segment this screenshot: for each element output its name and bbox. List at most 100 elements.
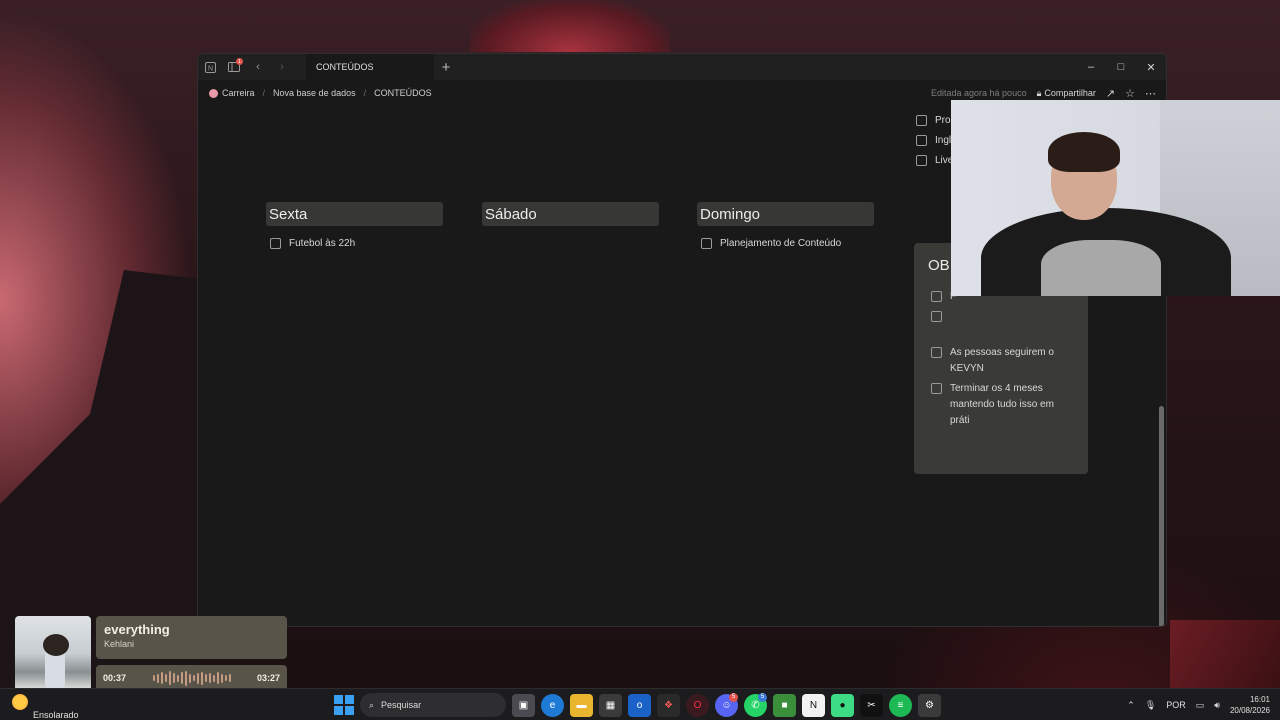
top-todo-3[interactable]: Live — [916, 153, 953, 169]
link-icon[interactable]: ↗ — [1106, 87, 1115, 100]
track-title: everything — [104, 622, 170, 637]
column-title: Sexta — [269, 205, 308, 223]
todo-label: Futebol às 22h — [289, 238, 356, 249]
tab-title: CONTEÚDOS — [316, 62, 374, 72]
waveform-bar — [156, 673, 159, 683]
checkbox[interactable] — [916, 135, 927, 146]
minecraft-icon[interactable]: ■ — [773, 693, 796, 717]
waveform-bar — [180, 672, 183, 684]
lock-icon: 🔒︎ — [1036, 87, 1042, 98]
column-header-domingo[interactable]: Domingo — [697, 202, 874, 226]
checkbox[interactable] — [931, 347, 942, 358]
album-art — [15, 616, 91, 691]
network-icon[interactable]: ▭ — [1196, 700, 1205, 711]
clock[interactable]: 16:01 20/08/2026 — [1230, 694, 1270, 716]
checkbox[interactable] — [931, 291, 942, 302]
column-header-sexta[interactable]: Sexta — [266, 202, 443, 226]
chevron-up-icon[interactable]: ⌃ — [1127, 700, 1135, 711]
notion-icon[interactable]: N — [802, 693, 825, 717]
figma-icon[interactable]: ❖ — [657, 693, 680, 717]
checkbox[interactable] — [701, 238, 712, 249]
tab-conteudos[interactable]: CONTEÚDOS — [306, 54, 434, 80]
settings-gear-icon[interactable]: ⚙ — [918, 693, 941, 717]
back-arrow-icon[interactable]: ‹ — [246, 54, 270, 80]
outlook-icon[interactable]: o — [628, 693, 651, 717]
column-title: Domingo — [700, 205, 761, 223]
track-artist: Kehlani — [104, 639, 135, 649]
objectives-title: OB — [928, 257, 950, 274]
discord-icon[interactable]: ☺ 5 — [715, 692, 738, 717]
capcut-icon[interactable]: ✂ — [860, 693, 883, 717]
microphone-icon[interactable]: 🎙︎ — [1145, 700, 1156, 711]
close-button[interactable]: ✕ — [1136, 54, 1166, 80]
sidebar-toggle-icon[interactable]: 1 — [222, 54, 246, 80]
file-explorer-icon[interactable]: ▬ — [570, 693, 593, 717]
weather-label: Ensolarado — [33, 710, 79, 720]
waveform-bar — [152, 675, 155, 681]
task-view-icon[interactable]: ▣ — [512, 693, 535, 717]
music-info-panel: everything Kehlani — [96, 616, 287, 659]
webcam-person-hair — [1048, 132, 1120, 172]
clock-date: 20/08/2026 — [1229, 706, 1270, 715]
breadcrumb-separator: / — [363, 88, 367, 98]
waveform[interactable] — [152, 670, 231, 686]
webcam-overlay — [951, 100, 1280, 296]
star-icon[interactable]: ☆ — [1125, 87, 1135, 100]
opera-gx-icon[interactable]: O — [686, 693, 709, 717]
minimize-button[interactable]: – — [1076, 54, 1106, 80]
waveform-bar — [200, 671, 203, 685]
checkbox[interactable] — [270, 238, 281, 249]
share-button[interactable]: 🔒︎ Compartilhar — [1037, 88, 1096, 99]
elapsed-time: 00:37 — [103, 673, 127, 683]
android-icon[interactable]: ● — [831, 693, 854, 717]
breadcrumb-separator: / — [262, 88, 266, 98]
webcam-shirt-print — [1041, 240, 1161, 296]
breadcrumb-item-database[interactable]: Nova base de dados — [273, 88, 356, 98]
checkbox[interactable] — [916, 115, 927, 126]
objective-item-4[interactable]: Terminar os 4 meses mantendo tudo isso e… — [931, 381, 1071, 429]
weather-widget[interactable]: Ensolarado — [12, 694, 79, 720]
waveform-bar — [212, 674, 215, 682]
whatsapp-icon[interactable]: ✆ 5 — [744, 692, 767, 717]
todo-planejamento[interactable]: Planejamento de Conteúdo — [701, 236, 841, 252]
taskbar-search[interactable]: ⌕ Pesquisar — [360, 693, 506, 717]
waveform-bar — [220, 673, 223, 683]
waveform-bar — [188, 673, 191, 683]
new-tab-button[interactable]: + — [434, 54, 458, 80]
share-label: Compartilhar — [1044, 88, 1096, 98]
language-indicator[interactable]: POR — [1166, 700, 1186, 710]
edge-icon[interactable]: e — [541, 693, 564, 717]
checkbox[interactable] — [931, 311, 942, 322]
todo-label: Terminar os 4 meses mantendo tudo isso e… — [950, 383, 1054, 426]
discord-badge: 5 — [729, 692, 738, 702]
objective-item-2[interactable] — [931, 309, 945, 322]
wallpaper-red-shape — [470, 0, 670, 52]
todo-futebol[interactable]: Futebol às 22h — [270, 236, 355, 252]
vertical-scrollbar[interactable] — [1159, 406, 1164, 626]
waveform-bar — [172, 673, 175, 683]
breadcrumb-item-carreira[interactable]: Carreira — [222, 88, 255, 98]
waveform-bar — [192, 675, 195, 681]
column-header-sabado[interactable]: Sábado — [482, 202, 659, 226]
forward-arrow-icon[interactable]: › — [270, 54, 294, 80]
maximize-button[interactable]: □ — [1106, 54, 1136, 80]
more-options-icon[interactable]: ⋯ — [1145, 87, 1156, 100]
whatsapp-badge: 5 — [758, 692, 767, 702]
waveform-bar — [168, 671, 171, 685]
top-todo-2[interactable]: Ingl — [916, 133, 951, 149]
checkbox[interactable] — [931, 383, 942, 394]
waveform-bar — [216, 672, 219, 684]
windows-start-icon[interactable] — [334, 695, 354, 715]
window-titlebar: N 1 ‹ › CONTEÚDOS + – □ ✕ — [198, 54, 1166, 80]
windows-taskbar: Ensolarado ⌕ Pesquisar ▣ e ▬ ▦ o ❖ O ☺ 5 … — [0, 688, 1280, 720]
checkbox[interactable] — [916, 155, 927, 166]
objective-item-3[interactable]: As pessoas seguirem o KEVYN — [931, 345, 1071, 377]
spotify-icon[interactable]: ≡ — [889, 693, 912, 717]
track-duration: 03:27 — [256, 673, 280, 683]
volume-icon[interactable]: 🔊︎ — [1214, 700, 1220, 711]
notification-badge: 1 — [236, 58, 243, 65]
store-icon[interactable]: ▦ — [599, 693, 622, 717]
breadcrumb-item-conteudos[interactable]: CONTEÚDOS — [374, 88, 432, 98]
waveform-bar — [184, 670, 187, 686]
notion-logo-icon[interactable]: N — [198, 54, 222, 80]
